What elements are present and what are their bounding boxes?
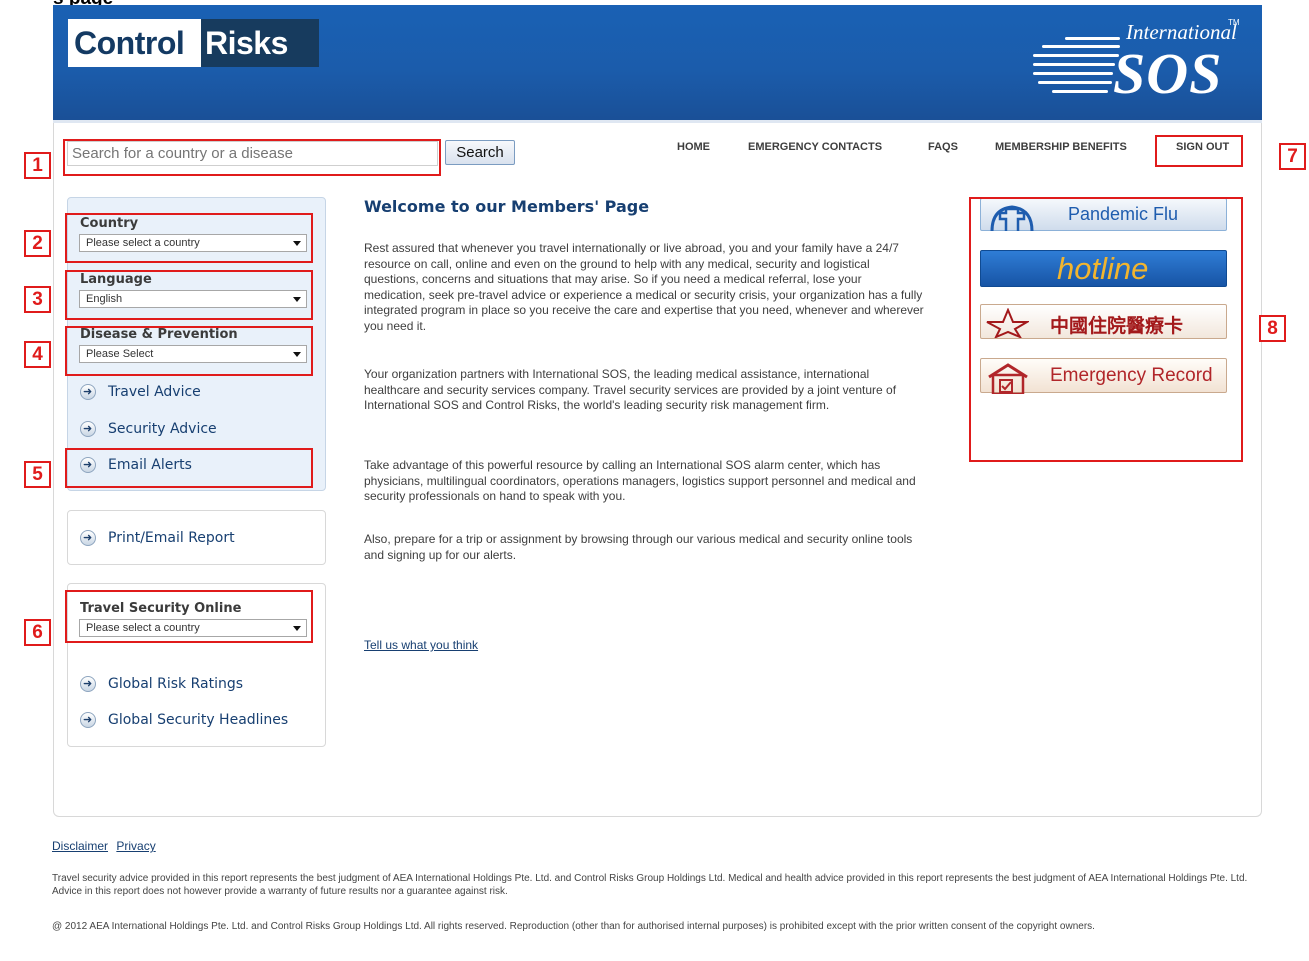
medical-record-icon (988, 363, 1028, 394)
feedback-link[interactable]: Tell us what you think (364, 638, 478, 652)
logo-trademark: TM (1228, 18, 1240, 27)
hospital-card-label: 中國住院醫療卡 (1050, 315, 1184, 337)
partner-paragraph: Your organization partners with Internat… (364, 367, 897, 412)
page-title: Welcome to our Members' Page (364, 197, 650, 216)
footer-disclaimer-text: Travel security advice provided in this … (52, 873, 1248, 897)
country-label: Country (80, 216, 139, 231)
country-select[interactable]: Please select a country (79, 234, 307, 252)
link-label: Email Alerts (108, 457, 192, 473)
travel-security-online-label: Travel Security Online (80, 601, 242, 616)
security-advice-link[interactable]: Security Advice (80, 419, 217, 439)
hotline-banner[interactable]: hotline (980, 250, 1227, 287)
emergency-record-banner[interactable]: Emergency Record (980, 358, 1227, 394)
marker-8: 8 (1259, 315, 1286, 342)
marker-5: 5 (24, 461, 51, 488)
marker-6: 6 (24, 619, 51, 646)
language-select-value: English (86, 293, 123, 305)
intro-paragraph: Rest assured that whenever you travel in… (364, 241, 924, 333)
emergency-record-label: Emergency Record (1050, 365, 1213, 386)
link-label: Global Risk Ratings (108, 676, 244, 692)
hotline-label: hotline (1057, 251, 1149, 286)
hospital-card-banner[interactable]: 中國住院醫療卡 (980, 304, 1227, 339)
dropdown-arrow-icon (293, 241, 301, 246)
logo-text-control: Control (68, 19, 201, 67)
country-select-value: Please select a country (86, 237, 200, 249)
alarm-center-paragraph: Take advantage of this powerful resource… (364, 458, 916, 503)
logo-text-risks: Risks (201, 19, 319, 67)
footer-copyright-text: @ 2012 AEA International Holdings Pte. L… (52, 921, 1095, 932)
footer-links: Disclaimer Privacy (52, 839, 161, 853)
global-risk-ratings-link[interactable]: Global Risk Ratings (80, 674, 243, 694)
link-label: Global Security Headlines (108, 712, 289, 728)
prepare-paragraph: Also, prepare for a trip or assignment b… (364, 532, 913, 562)
logo-text-sos: SOS (1113, 41, 1223, 106)
arrow-circle-icon (80, 421, 96, 437)
marker-4: 4 (24, 341, 51, 368)
link-label: Security Advice (108, 421, 217, 437)
dropdown-arrow-icon (293, 626, 301, 631)
star-outline-icon (986, 308, 1029, 338)
disclaimer-link[interactable]: Disclaimer (52, 839, 108, 853)
disease-prevention-label: Disease & Prevention (80, 327, 238, 342)
travel-security-country-select[interactable]: Please select a country (79, 619, 307, 637)
arrow-circle-icon (80, 457, 96, 473)
marker-3: 3 (24, 286, 51, 313)
global-security-headlines-link[interactable]: Global Security Headlines (80, 710, 288, 730)
nav-membership-benefits[interactable]: MEMBERSHIP BENEFITS (995, 141, 1127, 153)
tso-select-value: Please select a country (86, 622, 200, 634)
nav-sign-out[interactable]: SIGN OUT (1176, 141, 1229, 153)
search-input[interactable] (67, 141, 438, 166)
marker-1: 1 (24, 152, 51, 179)
control-risks-logo: Control Risks (68, 19, 319, 67)
arrow-circle-icon (80, 676, 96, 692)
pandemic-flu-label: Pandemic Flu (1068, 204, 1179, 224)
print-email-report-link[interactable]: Print/Email Report (80, 528, 235, 548)
arrow-circle-icon (80, 530, 96, 546)
search-button[interactable]: Search (445, 140, 515, 165)
link-label: Print/Email Report (108, 530, 235, 546)
disease-select-value: Please Select (86, 348, 154, 360)
pandemic-flu-banner[interactable]: Pandemic Flu (980, 198, 1227, 231)
pandemic-cross-icon (990, 205, 1034, 231)
nav-home[interactable]: HOME (677, 141, 710, 153)
disease-prevention-select[interactable]: Please Select (79, 345, 307, 363)
dropdown-arrow-icon (293, 297, 301, 302)
nav-emergency-contacts[interactable]: EMERGENCY CONTACTS (748, 141, 882, 153)
marker-2: 2 (24, 230, 51, 257)
marker-7: 7 (1279, 143, 1306, 170)
dropdown-arrow-icon (293, 352, 301, 357)
link-label: Travel Advice (108, 384, 201, 400)
travel-advice-link[interactable]: Travel Advice (80, 382, 201, 402)
privacy-link[interactable]: Privacy (116, 839, 155, 853)
nav-faqs[interactable]: FAQS (928, 141, 958, 153)
international-sos-logo: International TM SOS (1030, 18, 1240, 108)
email-alerts-link[interactable]: Email Alerts (80, 455, 192, 475)
arrow-circle-icon (80, 384, 96, 400)
language-select[interactable]: English (79, 290, 307, 308)
arrow-circle-icon (80, 712, 96, 728)
language-label: Language (80, 272, 152, 287)
